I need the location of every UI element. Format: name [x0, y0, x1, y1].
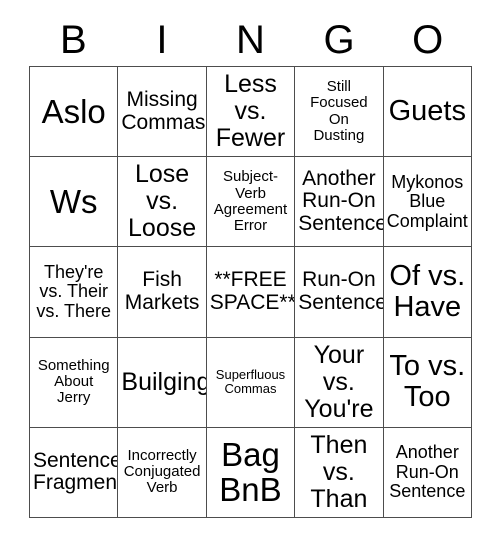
bingo-cell-label: Less vs. Fewer — [215, 70, 286, 153]
bingo-cell-label: Another Run-On Sentence — [389, 442, 466, 502]
bingo-cell-label: Of vs. Have — [389, 259, 466, 323]
bingo-cell-label: Guets — [388, 94, 466, 127]
bingo-cell[interactable]: Run-On Sentence — [295, 247, 384, 338]
header-letter-i: I — [156, 18, 168, 62]
bingo-cell[interactable]: Sentence Fragment — [30, 427, 119, 518]
bingo-cell[interactable]: Ws — [30, 157, 119, 248]
bingo-cell[interactable]: Incorrectly Conjugated Verb — [118, 427, 207, 518]
bingo-cell[interactable]: Of vs. Have — [383, 247, 472, 338]
bingo-grid: Aslo Missing Commas Less vs. Fewer Still Fo… — [29, 66, 472, 518]
bingo-cell-label: To vs. Too — [389, 349, 466, 414]
bingo-cell[interactable]: Superfluous Commas — [206, 337, 296, 428]
bingo-cell[interactable]: Guets — [383, 67, 472, 158]
bingo-cell-label: Bag BnB — [219, 435, 282, 509]
bingo-cell-label: Lose vs. Loose — [128, 160, 197, 243]
bingo-cell[interactable]: Still Focused On Dusting — [295, 67, 384, 158]
bingo-cell[interactable]: Something About Jerry — [30, 337, 119, 428]
bingo-cell-label: Still Focused On Dusting — [310, 78, 368, 144]
bingo-cell[interactable]: Another Run-On Sentence — [295, 157, 384, 248]
header-letter-n: N — [236, 18, 265, 62]
bingo-cell-label: Subject- Verb Agreement Error — [213, 168, 288, 234]
bingo-cell[interactable]: Builging — [118, 337, 207, 428]
bingo-cell-label: Missing Commas — [121, 87, 206, 134]
bingo-cell[interactable]: Mykonos Blue Complaint — [383, 157, 472, 248]
bingo-card: B I N G O Aslo Missing Commas Less vs. Few… — [0, 0, 500, 544]
bingo-cell-label: Another Run-On Sentence — [298, 166, 384, 236]
bingo-cell-label: Aslo — [41, 92, 106, 130]
bingo-cell-label: **FREE SPACE** — [209, 268, 296, 314]
bingo-cell-label: Something About Jerry — [37, 356, 110, 407]
bingo-cell-label: Superfluous Commas — [215, 367, 286, 397]
bingo-cell[interactable]: Your vs. You're — [295, 337, 384, 428]
bingo-cell[interactable]: Fish Markets — [118, 247, 207, 338]
bingo-cell-label: Ws — [49, 182, 98, 220]
bingo-cell-label: Fish Markets — [124, 268, 200, 314]
header-letter-g: G — [323, 18, 355, 62]
bingo-cell[interactable]: Subject- Verb Agreement Error — [206, 157, 296, 248]
bingo-cell[interactable]: Less vs. Fewer — [206, 67, 296, 158]
bingo-cell-label: Builging — [121, 367, 207, 396]
bingo-cell[interactable]: Bag BnB — [206, 427, 296, 518]
bingo-cell[interactable]: Aslo — [30, 67, 119, 158]
bingo-cell-label: Your vs. You're — [304, 340, 374, 423]
bingo-cell-label: Incorrectly Conjugated Verb — [123, 447, 201, 497]
bingo-cell[interactable]: Lose vs. Loose — [118, 157, 207, 248]
bingo-cell-label: They're vs. Their vs. There — [36, 261, 112, 321]
bingo-cell-label: Mykonos Blue Complaint — [386, 171, 468, 231]
bingo-cell-label: Then vs. Than — [310, 430, 368, 513]
bingo-cell[interactable]: Another Run-On Sentence — [383, 427, 472, 518]
bingo-cell-label: Run-On Sentence — [298, 268, 384, 314]
bingo-cell[interactable]: To vs. Too — [383, 337, 472, 428]
bingo-cell-label: Sentence Fragment — [33, 448, 119, 495]
bingo-cell[interactable]: **FREE SPACE** — [206, 247, 296, 338]
header-letter-o: O — [412, 18, 444, 62]
header-letter-b: B — [59, 18, 87, 62]
bingo-cell[interactable]: Then vs. Than — [295, 427, 384, 518]
bingo-header-row: B I N G O — [29, 14, 472, 66]
bingo-cell[interactable]: Missing Commas — [118, 67, 207, 158]
bingo-cell[interactable]: They're vs. Their vs. There — [30, 247, 119, 338]
